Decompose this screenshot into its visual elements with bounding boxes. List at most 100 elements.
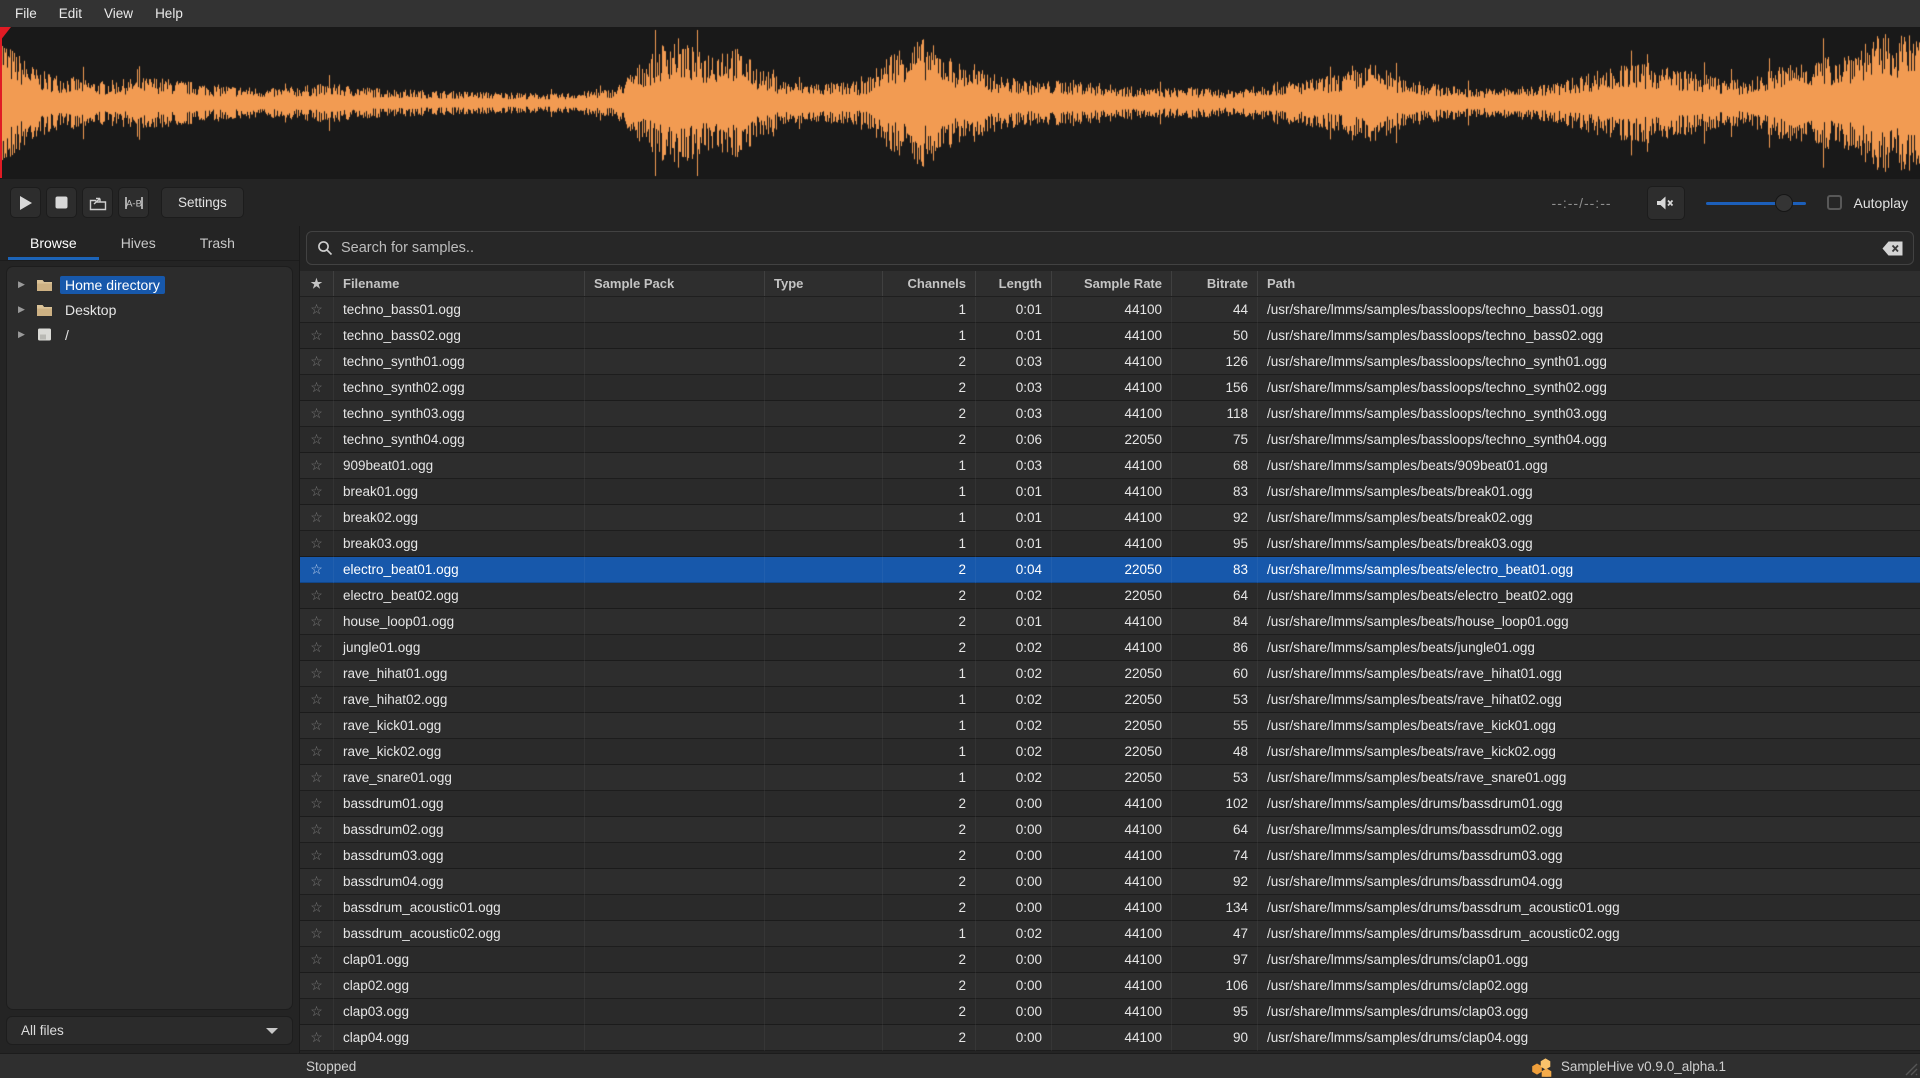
mute-button[interactable] <box>1647 186 1685 220</box>
search-bar[interactable] <box>306 231 1914 265</box>
menu-help[interactable]: Help <box>144 2 194 25</box>
favorite-star-icon[interactable] <box>300 583 334 609</box>
play-button[interactable] <box>10 187 41 218</box>
menu-view[interactable]: View <box>93 2 144 25</box>
favorite-star-icon[interactable] <box>300 973 334 999</box>
favorite-star-icon[interactable] <box>300 713 334 739</box>
column-header-sample-rate[interactable]: Sample Rate <box>1052 271 1172 296</box>
table-row[interactable]: techno_synth02.ogg20:0344100156/usr/shar… <box>300 375 1920 401</box>
stop-button[interactable] <box>46 187 77 218</box>
table-row[interactable]: rave_kick02.ogg10:022205048/usr/share/lm… <box>300 739 1920 765</box>
column-header-path[interactable]: Path <box>1258 271 1920 296</box>
table-row[interactable]: bassdrum_acoustic01.ogg20:0044100134/usr… <box>300 895 1920 921</box>
table-row[interactable]: bassdrum02.ogg20:004410064/usr/share/lmm… <box>300 817 1920 843</box>
favorite-star-icon[interactable] <box>300 661 334 687</box>
waveform-panel[interactable] <box>0 27 1920 179</box>
table-row[interactable]: clap02.ogg20:0044100106/usr/share/lmms/s… <box>300 973 1920 999</box>
table-row[interactable]: clap04.ogg20:004410090/usr/share/lmms/sa… <box>300 1025 1920 1051</box>
table-row[interactable]: jungle01.ogg20:024410086/usr/share/lmms/… <box>300 635 1920 661</box>
favorite-star-icon[interactable] <box>300 505 334 531</box>
favorite-star-icon[interactable] <box>300 609 334 635</box>
column-header-bitrate[interactable]: Bitrate <box>1172 271 1258 296</box>
menu-file[interactable]: File <box>4 2 48 25</box>
favorite-star-icon[interactable] <box>300 453 334 479</box>
volume-knob[interactable] <box>1775 194 1793 212</box>
table-row[interactable]: techno_synth04.ogg20:062205075/usr/share… <box>300 427 1920 453</box>
tab-browse[interactable]: Browse <box>8 226 99 260</box>
favorite-star-icon[interactable] <box>300 635 334 661</box>
favorite-star-icon[interactable] <box>300 895 334 921</box>
table-row[interactable]: rave_hihat02.ogg10:022205053/usr/share/l… <box>300 687 1920 713</box>
column-header-favorite-star-icon[interactable] <box>300 271 334 296</box>
table-row[interactable]: break02.ogg10:014410092/usr/share/lmms/s… <box>300 505 1920 531</box>
table-row[interactable]: clap03.ogg20:004410095/usr/share/lmms/sa… <box>300 999 1920 1025</box>
table-row[interactable]: techno_bass01.ogg10:014410044/usr/share/… <box>300 297 1920 323</box>
search-input[interactable] <box>341 240 1874 256</box>
column-header-sample-pack[interactable]: Sample Pack <box>585 271 765 296</box>
resize-grip[interactable] <box>1902 1060 1918 1076</box>
table-row[interactable]: clap01.ogg20:004410097/usr/share/lmms/sa… <box>300 947 1920 973</box>
column-header-channels[interactable]: Channels <box>883 271 976 296</box>
table-row[interactable]: electro_beat01.ogg20:042205083/usr/share… <box>300 557 1920 583</box>
volume-slider[interactable] <box>1706 193 1806 213</box>
playhead-marker[interactable] <box>0 27 2 178</box>
table-row[interactable]: bassdrum03.ogg20:004410074/usr/share/lmm… <box>300 843 1920 869</box>
open-folder-button[interactable] <box>82 187 113 218</box>
favorite-star-icon[interactable] <box>300 375 334 401</box>
cell-sample-pack <box>585 739 765 765</box>
favorite-star-icon[interactable] <box>300 427 334 453</box>
file-filter-dropdown[interactable]: All files <box>6 1016 293 1045</box>
tree-item-root[interactable]: / <box>7 322 292 347</box>
table-row[interactable]: bassdrum04.ogg20:004410092/usr/share/lmm… <box>300 869 1920 895</box>
clear-search-icon[interactable] <box>1882 241 1903 256</box>
table-row[interactable]: rave_snare01.ogg10:022205053/usr/share/l… <box>300 765 1920 791</box>
favorite-star-icon[interactable] <box>300 765 334 791</box>
favorite-star-icon[interactable] <box>300 843 334 869</box>
table-row[interactable]: rave_kick01.ogg10:022205055/usr/share/lm… <box>300 713 1920 739</box>
favorite-star-icon[interactable] <box>300 557 334 583</box>
favorite-star-icon[interactable] <box>300 1025 334 1051</box>
cell-type <box>765 687 883 713</box>
table-row[interactable]: techno_synth01.ogg20:0344100126/usr/shar… <box>300 349 1920 375</box>
autoplay-checkbox[interactable] <box>1827 195 1842 210</box>
tab-trash[interactable]: Trash <box>178 226 257 260</box>
menu-edit[interactable]: Edit <box>48 2 93 25</box>
table-row[interactable]: 909beat01.ogg10:034410068/usr/share/lmms… <box>300 453 1920 479</box>
table-row[interactable]: bassdrum01.ogg20:0044100102/usr/share/lm… <box>300 791 1920 817</box>
table-row[interactable]: rave_hihat01.ogg10:022205060/usr/share/l… <box>300 661 1920 687</box>
column-header-length[interactable]: Length <box>976 271 1052 296</box>
tree-item-desktop[interactable]: Desktop <box>7 297 292 322</box>
favorite-star-icon[interactable] <box>300 817 334 843</box>
expand-arrow-icon[interactable] <box>18 279 36 290</box>
expand-arrow-icon[interactable] <box>18 304 36 315</box>
favorite-star-icon[interactable] <box>300 791 334 817</box>
favorite-star-icon[interactable] <box>300 739 334 765</box>
favorite-star-icon[interactable] <box>300 947 334 973</box>
table-row[interactable]: house_loop01.ogg20:014410084/usr/share/l… <box>300 609 1920 635</box>
table-row[interactable]: break01.ogg10:014410083/usr/share/lmms/s… <box>300 479 1920 505</box>
favorite-star-icon[interactable] <box>300 921 334 947</box>
column-header-type[interactable]: Type <box>765 271 883 296</box>
table-row[interactable]: bassdrum_acoustic02.ogg10:024410047/usr/… <box>300 921 1920 947</box>
table-row[interactable]: techno_bass02.ogg10:014410050/usr/share/… <box>300 323 1920 349</box>
tab-hives[interactable]: Hives <box>99 226 178 260</box>
settings-button[interactable]: Settings <box>161 187 244 218</box>
column-header-filename[interactable]: Filename <box>334 271 585 296</box>
expand-arrow-icon[interactable] <box>18 329 36 340</box>
table-body: techno_bass01.ogg10:014410044/usr/share/… <box>300 297 1920 1053</box>
directory-tree: Home directory Desktop / <box>6 266 293 1010</box>
ab-loop-button[interactable]: A-B <box>118 187 149 218</box>
favorite-star-icon[interactable] <box>300 401 334 427</box>
favorite-star-icon[interactable] <box>300 323 334 349</box>
tree-item-home-directory[interactable]: Home directory <box>7 272 292 297</box>
favorite-star-icon[interactable] <box>300 479 334 505</box>
favorite-star-icon[interactable] <box>300 349 334 375</box>
favorite-star-icon[interactable] <box>300 687 334 713</box>
favorite-star-icon[interactable] <box>300 531 334 557</box>
table-row[interactable]: electro_beat02.ogg20:022205064/usr/share… <box>300 583 1920 609</box>
favorite-star-icon[interactable] <box>300 869 334 895</box>
table-row[interactable]: break03.ogg10:014410095/usr/share/lmms/s… <box>300 531 1920 557</box>
favorite-star-icon[interactable] <box>300 297 334 323</box>
table-row[interactable]: techno_synth03.ogg20:0344100118/usr/shar… <box>300 401 1920 427</box>
favorite-star-icon[interactable] <box>300 999 334 1025</box>
